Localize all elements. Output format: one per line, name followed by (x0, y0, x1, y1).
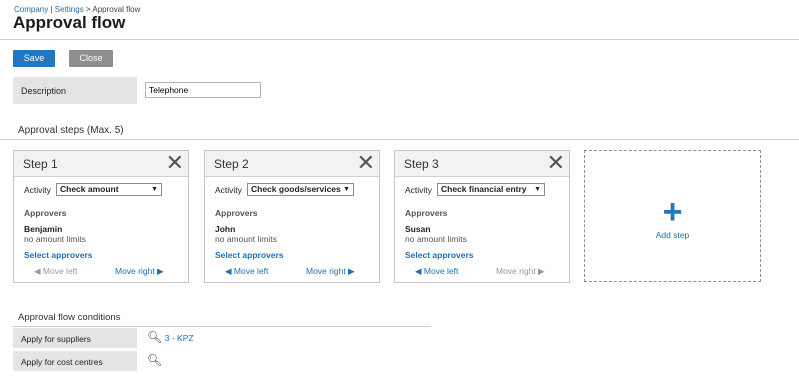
arrow-left-icon: ◀ (34, 266, 43, 276)
activity-label: Activity (24, 185, 51, 195)
activity-select[interactable]: Check goods/services ▼ (247, 183, 354, 196)
approver-name: Susan (405, 224, 431, 234)
search-icon[interactable]: 🔍︎ (147, 353, 162, 367)
suppliers-label-cell: Apply for suppliers (13, 328, 137, 348)
select-approvers-link[interactable]: Select approvers (405, 250, 474, 260)
approver-name: John (215, 224, 236, 234)
activity-label: Activity (405, 185, 432, 195)
suppliers-value-cell: 🔍︎ 3 - KPZ (147, 330, 194, 344)
step-card-header: Step 3 ✕ (395, 151, 569, 177)
steps-divider (0, 139, 799, 140)
move-left-label: Move left (233, 266, 269, 276)
step-card-header: Step 1 ✕ (14, 151, 188, 177)
remove-step-icon[interactable]: ✕ (357, 152, 375, 174)
cost-centres-value-cell: 🔍︎ (147, 353, 162, 367)
move-left-button[interactable]: ◀ Move left (225, 266, 268, 277)
description-label: Description (21, 86, 67, 96)
approver-name: Benjamin (24, 224, 63, 234)
chevron-down-icon: ▼ (534, 186, 541, 193)
step-card: Step 2 ✕ Activity Check goods/services ▼… (204, 150, 380, 283)
move-left-button[interactable]: ◀ Move left (415, 266, 458, 277)
move-left-button[interactable]: ◀ Move left (34, 266, 77, 277)
move-right-label: Move right (306, 266, 346, 276)
remove-step-icon[interactable]: ✕ (166, 152, 184, 174)
approver-limit: no amount limits (405, 234, 467, 244)
close-button[interactable]: Close (69, 50, 113, 67)
approver-limit: no amount limits (215, 234, 277, 244)
move-right-button[interactable]: Move right ▶ (115, 266, 164, 277)
arrow-left-icon: ◀ (225, 266, 234, 276)
plus-icon: + (662, 193, 683, 231)
move-left-label: Move left (423, 266, 459, 276)
suppliers-label: Apply for suppliers (21, 334, 91, 344)
cost-centres-label: Apply for cost centres (21, 357, 103, 367)
activity-label: Activity (215, 185, 242, 195)
activity-selected-value: Check financial entry (441, 184, 527, 194)
chevron-down-icon: ▼ (151, 186, 158, 193)
cost-centres-label-cell: Apply for cost centres (13, 351, 137, 371)
step-title: Step 3 (404, 157, 439, 171)
conditions-title: Approval flow conditions (18, 312, 121, 323)
select-approvers-link[interactable]: Select approvers (24, 250, 93, 260)
approvers-heading: Approvers (215, 208, 258, 218)
search-icon[interactable]: 🔍︎ (147, 330, 162, 344)
add-step-button[interactable]: + Add step (584, 150, 761, 282)
approval-steps-title: Approval steps (Max. 5) (18, 125, 124, 136)
description-input[interactable] (145, 82, 261, 98)
move-right-label: Move right (496, 266, 536, 276)
arrow-left-icon: ◀ (415, 266, 424, 276)
page-title: Approval flow (13, 13, 126, 32)
move-right-label: Move right (115, 266, 155, 276)
approver-limit: no amount limits (24, 234, 86, 244)
activity-select[interactable]: Check financial entry ▼ (437, 183, 545, 196)
activity-selected-value: Check goods/services (251, 184, 341, 194)
header-divider (0, 39, 799, 40)
description-label-cell: Description (13, 77, 137, 104)
activity-selected-value: Check amount (60, 184, 119, 194)
step-card: Step 3 ✕ Activity Check financial entry … (394, 150, 570, 283)
arrow-right-icon: ▶ (535, 266, 545, 276)
conditions-divider (13, 326, 431, 327)
move-right-button[interactable]: Move right ▶ (306, 266, 355, 277)
move-left-label: Move left (42, 266, 78, 276)
save-button[interactable]: Save (13, 50, 55, 67)
step-card: Step 1 ✕ Activity Check amount ▼ Approve… (13, 150, 189, 283)
remove-step-icon[interactable]: ✕ (547, 152, 565, 174)
activity-select[interactable]: Check amount ▼ (56, 183, 162, 196)
arrow-right-icon: ▶ (345, 266, 355, 276)
step-title: Step 2 (214, 157, 249, 171)
arrow-right-icon: ▶ (154, 266, 164, 276)
step-card-header: Step 2 ✕ (205, 151, 379, 177)
chevron-down-icon: ▼ (343, 186, 350, 193)
add-step-label: Add step (655, 230, 690, 240)
move-right-button[interactable]: Move right ▶ (496, 266, 545, 277)
supplier-link[interactable]: 3 - KPZ (165, 333, 194, 343)
approvers-heading: Approvers (24, 208, 67, 218)
select-approvers-link[interactable]: Select approvers (215, 250, 284, 260)
approvers-heading: Approvers (405, 208, 448, 218)
step-title: Step 1 (23, 157, 58, 171)
